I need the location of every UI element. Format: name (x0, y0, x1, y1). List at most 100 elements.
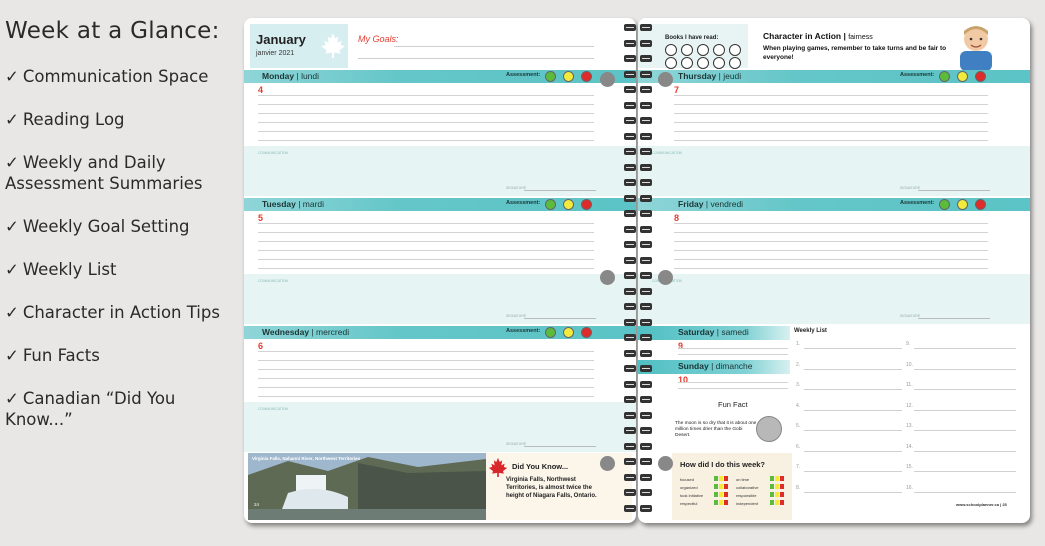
writing-line[interactable] (258, 387, 594, 388)
writing-line[interactable] (258, 250, 594, 251)
book-read-icon[interactable] (713, 44, 725, 56)
writing-line[interactable] (674, 113, 988, 114)
rating-box[interactable] (780, 484, 784, 489)
writing-line[interactable] (674, 223, 988, 224)
communication-space[interactable]: COMMUNICATIONSIGNATURE (638, 146, 1030, 196)
rating-box[interactable] (770, 484, 774, 489)
rating-box[interactable] (724, 492, 728, 497)
yellow-assessment-dot[interactable] (957, 71, 968, 82)
writing-line[interactable] (674, 250, 988, 251)
weekly-list-line[interactable] (914, 348, 1016, 349)
rating-box[interactable] (719, 476, 723, 481)
rating-box[interactable] (714, 492, 718, 497)
communication-space[interactable]: COMMUNICATIONSIGNATURE (244, 146, 636, 196)
writing-line[interactable] (258, 396, 594, 397)
weekly-list-line[interactable] (914, 430, 1016, 431)
weekly-list-line[interactable] (914, 389, 1016, 390)
rating-box[interactable] (780, 500, 784, 505)
writing-line[interactable] (258, 140, 594, 141)
writing-line[interactable] (674, 232, 988, 233)
rating-box[interactable] (714, 484, 718, 489)
writing-line[interactable] (258, 360, 594, 361)
weekly-list-line[interactable] (804, 430, 902, 431)
writing-line[interactable] (674, 131, 988, 132)
book-read-icon[interactable] (697, 44, 709, 56)
writing-line[interactable] (258, 95, 594, 96)
signature-line[interactable] (524, 318, 596, 319)
writing-line[interactable] (258, 104, 594, 105)
signature-line[interactable] (918, 318, 990, 319)
weekly-list-line[interactable] (804, 450, 902, 452)
red-assessment-dot[interactable] (975, 199, 986, 210)
weekly-list-line[interactable] (804, 348, 902, 349)
writing-line[interactable] (678, 348, 788, 349)
book-read-icon[interactable] (681, 44, 693, 56)
weekly-list-line[interactable] (804, 368, 902, 370)
red-assessment-dot[interactable] (975, 71, 986, 82)
writing-line[interactable] (674, 241, 988, 242)
book-read-icon[interactable] (713, 57, 725, 69)
rating-box[interactable] (775, 492, 779, 497)
weekly-list-line[interactable] (914, 491, 1016, 493)
signature-line[interactable] (918, 190, 990, 191)
weekly-list-line[interactable] (804, 389, 902, 390)
writing-line[interactable] (258, 259, 594, 260)
yellow-assessment-dot[interactable] (563, 71, 574, 82)
rating-box[interactable] (719, 492, 723, 497)
goal-line[interactable] (358, 58, 594, 59)
writing-line[interactable] (258, 232, 594, 233)
writing-line[interactable] (674, 95, 988, 96)
writing-line[interactable] (674, 259, 988, 260)
green-assessment-dot[interactable] (545, 199, 556, 210)
book-read-icon[interactable] (697, 57, 709, 69)
writing-line[interactable] (674, 140, 988, 141)
green-assessment-dot[interactable] (939, 71, 950, 82)
writing-line[interactable] (258, 241, 594, 242)
book-read-icon[interactable] (665, 57, 677, 69)
yellow-assessment-dot[interactable] (563, 199, 574, 210)
writing-line[interactable] (258, 223, 594, 224)
signature-line[interactable] (524, 190, 596, 191)
weekly-list-line[interactable] (804, 409, 902, 411)
rating-box[interactable] (724, 500, 728, 505)
book-read-icon[interactable] (729, 57, 741, 69)
rating-box[interactable] (770, 476, 774, 481)
red-assessment-dot[interactable] (581, 71, 592, 82)
book-read-icon[interactable] (665, 44, 677, 56)
rating-box[interactable] (719, 500, 723, 505)
rating-box[interactable] (770, 500, 774, 505)
goal-line[interactable] (394, 46, 594, 47)
book-read-icon[interactable] (681, 57, 693, 69)
signature-line[interactable] (524, 446, 596, 447)
green-assessment-dot[interactable] (939, 199, 950, 210)
communication-space[interactable]: COMMUNICATIONSIGNATURE (244, 274, 636, 324)
rating-box[interactable] (780, 492, 784, 497)
rating-box[interactable] (714, 500, 718, 505)
writing-line[interactable] (678, 382, 788, 383)
yellow-assessment-dot[interactable] (563, 327, 574, 338)
weekly-list-line[interactable] (914, 409, 1016, 411)
rating-box[interactable] (719, 484, 723, 489)
writing-line[interactable] (258, 268, 594, 269)
writing-line[interactable] (258, 122, 594, 123)
communication-space[interactable]: COMMUNICATIONSIGNATURE (244, 402, 636, 452)
weekly-list-line[interactable] (804, 491, 902, 493)
writing-line[interactable] (258, 113, 594, 114)
red-assessment-dot[interactable] (581, 327, 592, 338)
weekly-list-line[interactable] (914, 450, 1016, 452)
writing-line[interactable] (674, 268, 988, 269)
weekly-list-line[interactable] (914, 471, 1016, 472)
red-assessment-dot[interactable] (581, 199, 592, 210)
yellow-assessment-dot[interactable] (957, 199, 968, 210)
rating-box[interactable] (775, 500, 779, 505)
writing-line[interactable] (258, 131, 594, 132)
weekly-list-line[interactable] (914, 368, 1016, 370)
rating-box[interactable] (714, 476, 718, 481)
green-assessment-dot[interactable] (545, 71, 556, 82)
weekly-list-line[interactable] (804, 471, 902, 472)
rating-box[interactable] (724, 476, 728, 481)
communication-space[interactable]: COMMUNICATIONSIGNATURE (638, 274, 1030, 324)
rating-box[interactable] (775, 476, 779, 481)
writing-line[interactable] (678, 388, 788, 389)
writing-line[interactable] (678, 354, 788, 355)
